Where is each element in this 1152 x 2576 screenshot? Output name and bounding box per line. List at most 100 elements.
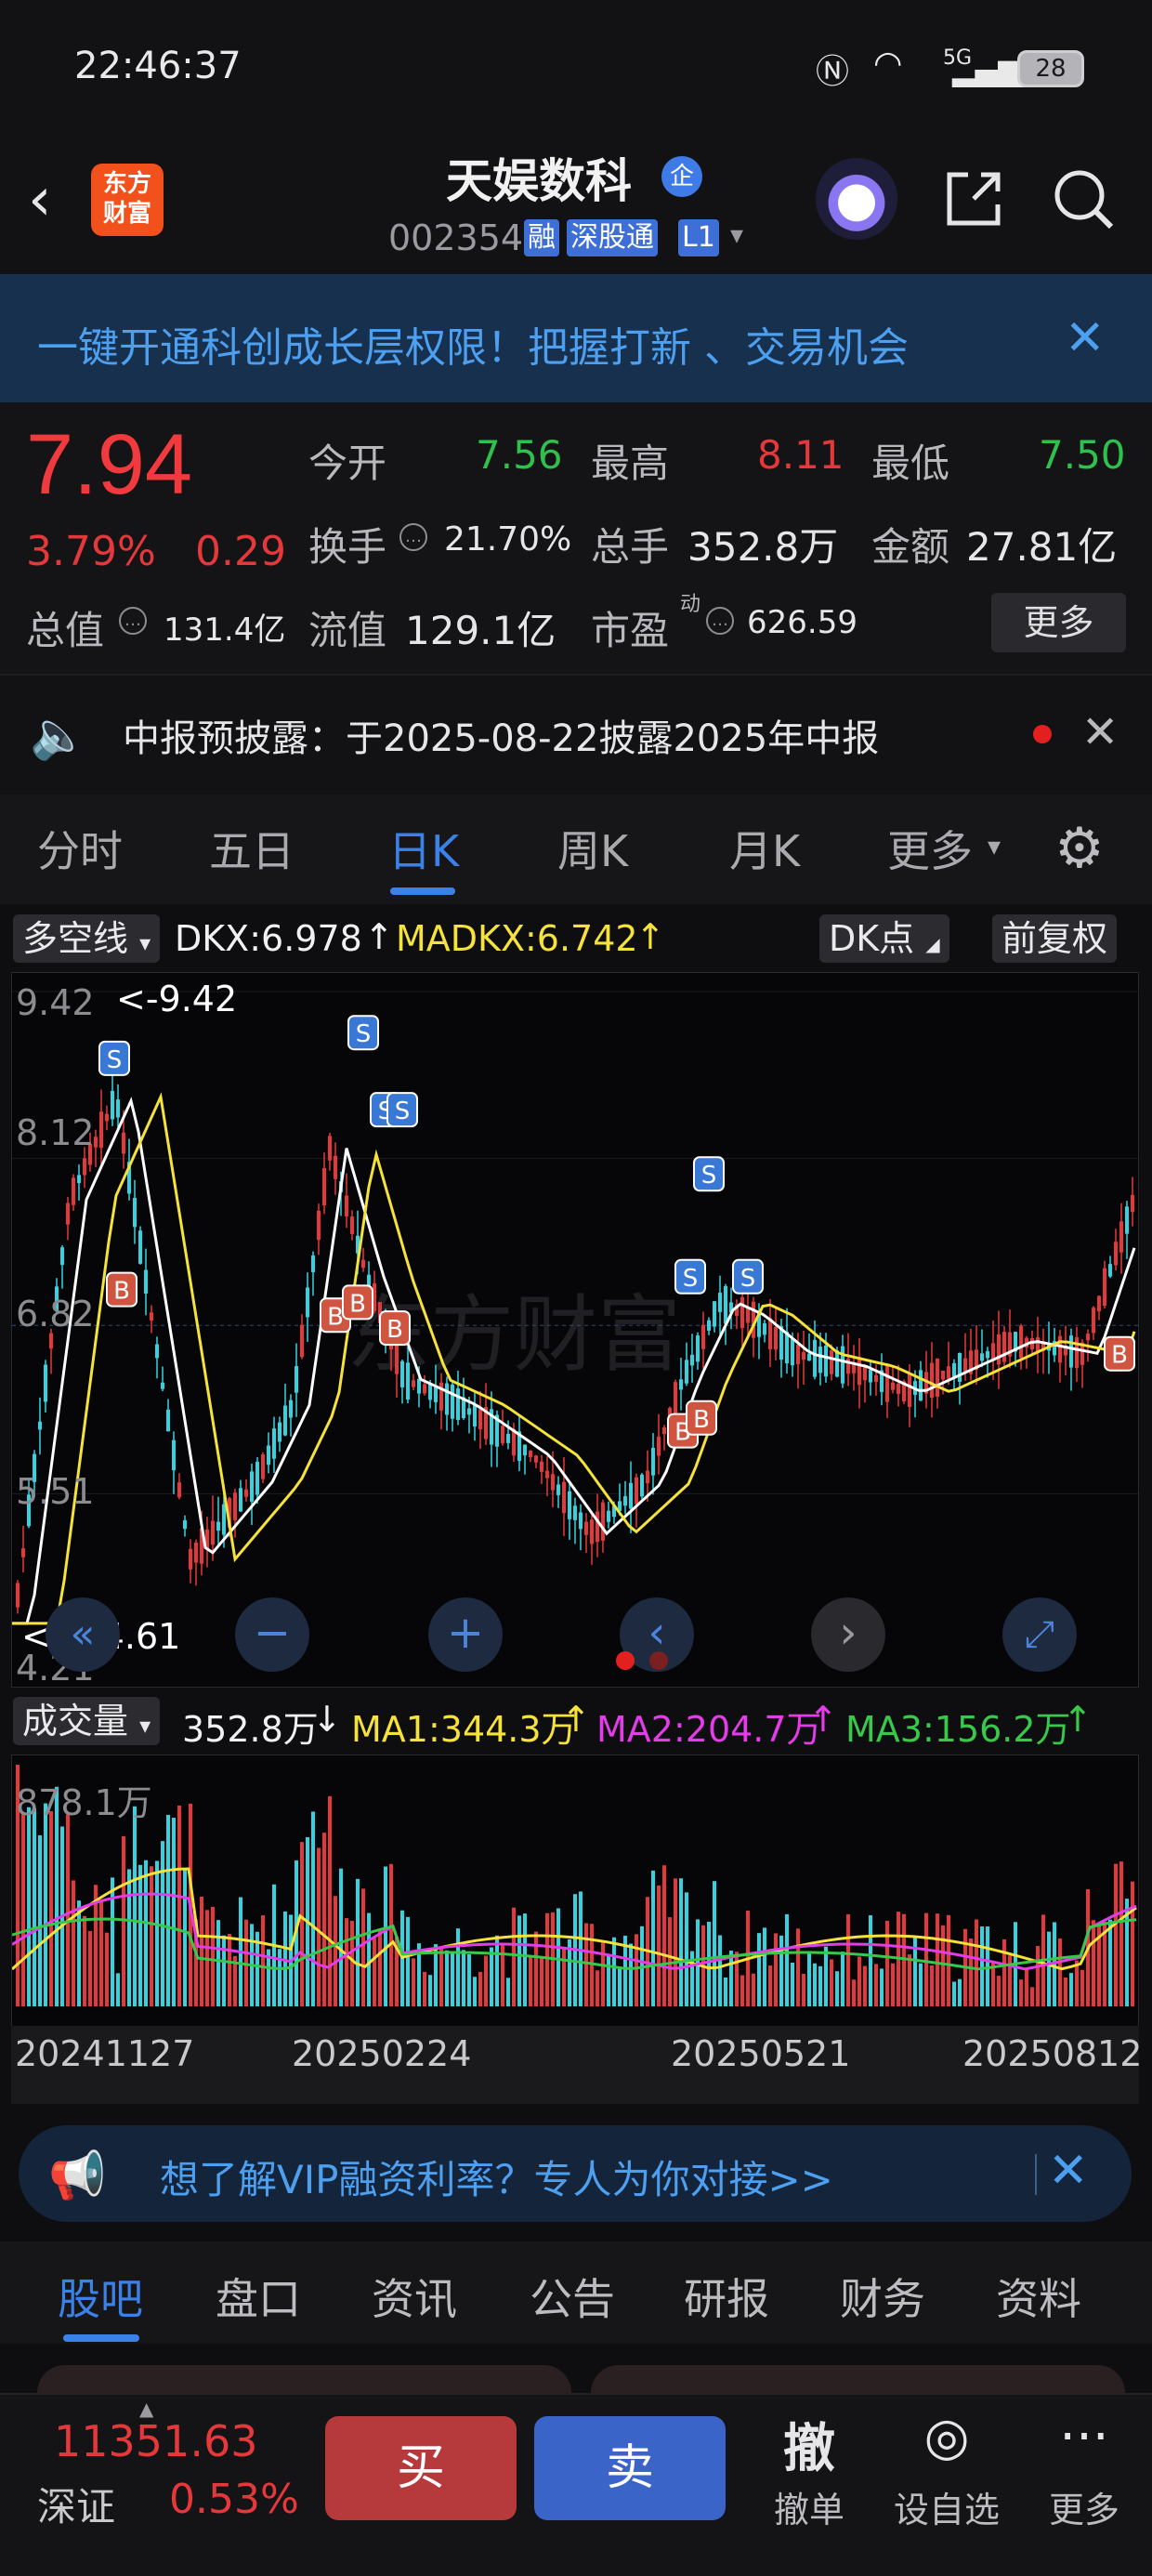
candle-body (60, 1247, 64, 1266)
svg-text:B: B (1111, 1342, 1128, 1370)
tab-monthly-k[interactable]: 月K (729, 818, 800, 879)
more-icon[interactable]: ··· (1024, 2407, 1145, 2467)
sell-signal-marker: S (674, 1258, 706, 1295)
chevron-down-icon: ▾ (139, 930, 151, 956)
sell-button[interactable]: 卖 (534, 2416, 726, 2520)
content-card[interactable] (591, 2365, 1125, 2393)
candle-body (211, 1520, 215, 1545)
zoom-out-icon[interactable]: − (235, 1597, 309, 1672)
volume-bar (27, 1807, 31, 2006)
index-value[interactable]: 11351.63 (54, 2416, 258, 2466)
add-watchlist-label[interactable]: 设自选 (886, 2481, 1007, 2532)
volume-bar (908, 1954, 911, 2006)
sell-signal-marker: S (386, 1092, 418, 1128)
volume-bar (1092, 1920, 1095, 2006)
candle-body (1086, 1334, 1090, 1341)
candle-body (334, 1155, 337, 1179)
candle-body (707, 1320, 711, 1331)
close-icon[interactable]: ✕ (1081, 706, 1119, 758)
promo-text[interactable]: 一键开通科创成长层权限！把握打新 、交易机会 (37, 314, 909, 374)
search-icon[interactable] (1050, 165, 1117, 232)
tab-intraday[interactable]: 分时 (37, 818, 123, 879)
robot-assistant-icon[interactable] (816, 158, 897, 240)
candle-body (21, 1548, 25, 1557)
rewind-icon[interactable]: « (46, 1597, 120, 1672)
tab-news[interactable]: 资讯 (372, 2266, 457, 2327)
candle-body (724, 1285, 727, 1324)
high-value: 8.11 (757, 432, 844, 478)
volume-bar (779, 1935, 783, 2006)
gear-icon[interactable]: ⚙ (1054, 816, 1105, 881)
abs-change: 0.29 (195, 528, 286, 575)
volume-bar (216, 1920, 220, 2006)
candle-body (1058, 1335, 1062, 1363)
candle-body (300, 1324, 304, 1358)
chevron-down-icon[interactable]: ▾ (988, 831, 1001, 861)
chevron-down-icon[interactable]: ▾ (730, 219, 743, 250)
content-card[interactable] (37, 2365, 571, 2393)
tab-financials[interactable]: 财务 (840, 2266, 925, 2327)
more-label[interactable]: 更多 (1024, 2481, 1145, 2532)
back-icon[interactable]: ‹ (28, 167, 74, 232)
volume-bar (467, 1954, 471, 2006)
cancel-order-label[interactable]: 撤单 (749, 2481, 870, 2532)
candle-body (774, 1326, 778, 1350)
volume-bar (869, 1915, 872, 2006)
tab-research[interactable]: 研报 (684, 2266, 769, 2327)
candle-body (623, 1496, 627, 1506)
fullscreen-icon[interactable]: ⤢ (1002, 1597, 1077, 1672)
share-icon[interactable] (940, 165, 1007, 232)
adjust-button[interactable]: 前复权 (992, 914, 1118, 963)
kline-chart[interactable]: 东方财富 SBSSSBBBSSSBBB 9.42 8.12 6.82 5.51 … (11, 972, 1140, 1689)
cancel-order-icon[interactable]: 撤 (749, 2407, 870, 2482)
volume-bar (484, 1955, 488, 2006)
tab-five-day[interactable]: 五日 (209, 818, 295, 879)
volume-bar (490, 1947, 493, 2006)
candle-body (952, 1362, 956, 1377)
tab-more[interactable]: 更多 (887, 818, 973, 879)
volume-bar (1019, 1979, 1023, 2006)
vip-text[interactable]: 想了解VIP融资利率？专人为你对接>> (160, 2149, 833, 2205)
more-quote-button[interactable]: 更多 (991, 593, 1126, 652)
volume-bar (378, 1930, 382, 2006)
dk-point-button[interactable]: DK点 ◢ (819, 914, 949, 963)
volume-bar (445, 1950, 449, 2006)
stock-name[interactable]: 天娱数科 (446, 144, 632, 211)
volume-bar (885, 1920, 889, 2006)
buy-button[interactable]: 买 (325, 2416, 517, 2520)
candle-body (529, 1450, 532, 1458)
scroll-right-icon[interactable]: › (811, 1597, 885, 1672)
info-icon[interactable]: … (399, 523, 427, 551)
tab-weekly-k[interactable]: 周K (557, 818, 628, 879)
volume-bar (997, 1976, 1001, 2006)
volume-bar (83, 1915, 86, 2006)
info-icon[interactable]: … (706, 607, 734, 635)
candle-body (891, 1382, 895, 1390)
candle-body (874, 1374, 878, 1383)
indicator-select[interactable]: 多空线 ▾ (13, 914, 161, 963)
app-logo[interactable]: 东方 财富 (91, 164, 164, 236)
close-icon[interactable]: ✕ (1048, 2143, 1089, 2199)
tab-daily-k[interactable]: 日K (388, 818, 459, 879)
turnover-value: 21.70% (444, 520, 572, 559)
tab-orderbook[interactable]: 盘口 (216, 2266, 301, 2327)
candle-body (857, 1356, 861, 1386)
candle-body (423, 1384, 426, 1394)
close-icon[interactable]: ✕ (1065, 310, 1106, 366)
candle-body (941, 1371, 945, 1380)
volume-indicator-select[interactable]: 成交量 ▾ (13, 1697, 161, 1745)
add-watchlist-icon[interactable]: ◎ (886, 2407, 1007, 2467)
open-label: 今开 (308, 440, 387, 486)
info-icon[interactable]: … (119, 607, 147, 635)
tab-forum[interactable]: 股吧 (58, 2266, 143, 2327)
candle-body (1131, 1194, 1134, 1213)
zoom-in-icon[interactable]: + (428, 1597, 503, 1672)
notice-text[interactable]: 中报预披露：于2025-08-22披露2025年中报 (123, 708, 879, 762)
candle-body (138, 1230, 142, 1264)
candle-body (1114, 1242, 1118, 1266)
buy-signal-marker: B (342, 1284, 373, 1321)
volume-bar (1047, 1931, 1051, 2006)
tab-announcements[interactable]: 公告 (530, 2266, 615, 2327)
volume-bar (618, 1968, 622, 2006)
tab-profile[interactable]: 资料 (996, 2266, 1081, 2327)
